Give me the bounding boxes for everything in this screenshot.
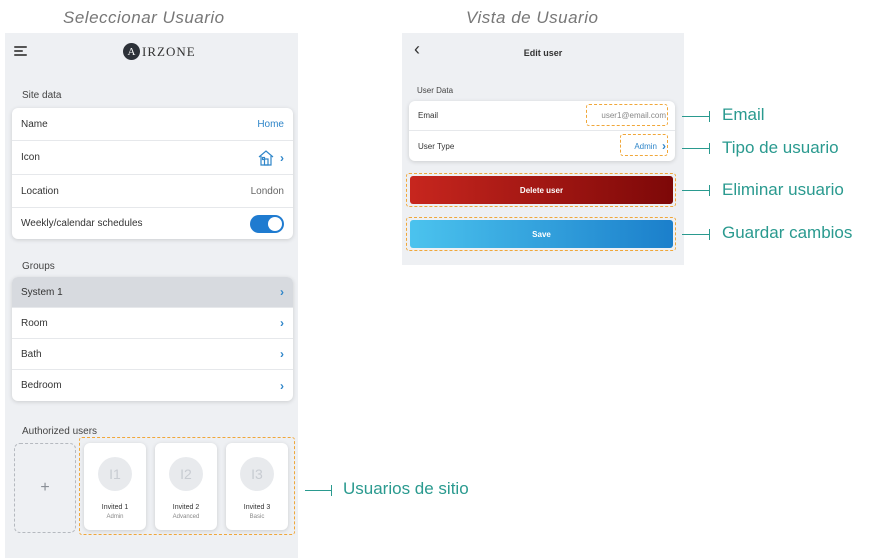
annotation-delete-user: Eliminar usuario xyxy=(722,180,844,199)
schedules-label: Weekly/calendar schedules xyxy=(21,218,143,229)
icon-row[interactable]: Icon › xyxy=(12,141,293,175)
user-type-highlight xyxy=(620,134,668,156)
logo-mark: A xyxy=(123,43,140,60)
chevron-right-icon: › xyxy=(280,150,284,165)
location-label: Location xyxy=(21,185,59,197)
annotation-save-changes: Guardar cambios xyxy=(722,223,853,242)
email-callout-line xyxy=(682,111,710,122)
delete-callout-line xyxy=(682,185,710,196)
caption-select-user: Seleccionar Usuario xyxy=(63,8,225,27)
annotation-site-users: Usuarios de sitio xyxy=(343,479,469,498)
save-highlight xyxy=(406,217,676,251)
chevron-right-icon: › xyxy=(280,316,284,330)
group-label: Room xyxy=(21,317,48,329)
name-row[interactable]: Name Home xyxy=(12,108,293,141)
group-row-room[interactable]: Room › xyxy=(12,308,293,339)
group-row-bedroom[interactable]: Bedroom › xyxy=(12,370,293,401)
site-data-card: Name Home Icon › Location London Weekly/… xyxy=(12,108,293,239)
user-type-label: User Type xyxy=(418,141,455,151)
user-data-heading: User Data xyxy=(417,86,454,95)
groups-heading: Groups xyxy=(22,261,55,272)
group-row-bath[interactable]: Bath › xyxy=(12,339,293,370)
location-row[interactable]: Location London xyxy=(12,175,293,208)
site-data-heading: Site data xyxy=(22,90,62,101)
schedules-row: Weekly/calendar schedules xyxy=(12,208,293,239)
annotation-email: Email xyxy=(722,105,765,124)
caption-user-view: Vista de Usuario xyxy=(466,8,599,27)
group-label: Bedroom xyxy=(21,380,62,391)
logo-text: IRZONE xyxy=(142,43,196,59)
annotation-user-type: Tipo de usuario xyxy=(722,138,839,157)
menu-icon[interactable] xyxy=(14,46,28,58)
users-highlight xyxy=(79,437,295,535)
page-title: Edit user xyxy=(523,48,563,58)
email-highlight xyxy=(586,104,668,126)
location-value: London xyxy=(250,185,284,197)
chevron-right-icon: › xyxy=(280,347,284,361)
group-row-system-1[interactable]: System 1 › xyxy=(12,277,293,308)
save-callout-line xyxy=(682,229,710,240)
group-label: Bath xyxy=(21,348,42,360)
groups-card: System 1 › Room › Bath › Bedroom › xyxy=(12,277,293,401)
authorized-users-heading: Authorized users xyxy=(22,426,98,437)
icon-label: Icon xyxy=(21,152,40,163)
name-value: Home xyxy=(257,118,284,130)
house-icon xyxy=(258,149,274,166)
chevron-right-icon: › xyxy=(280,285,284,299)
schedules-toggle[interactable] xyxy=(250,214,284,233)
airzone-logo: A IRZONE xyxy=(123,43,196,60)
add-user-button[interactable]: + xyxy=(14,443,76,533)
type-callout-line xyxy=(682,143,710,154)
users-callout-line xyxy=(305,485,332,496)
group-label: System 1 xyxy=(21,286,63,298)
email-label: Email xyxy=(418,111,439,120)
name-label: Name xyxy=(21,118,48,130)
delete-highlight xyxy=(406,173,676,207)
chevron-right-icon: › xyxy=(280,378,284,393)
